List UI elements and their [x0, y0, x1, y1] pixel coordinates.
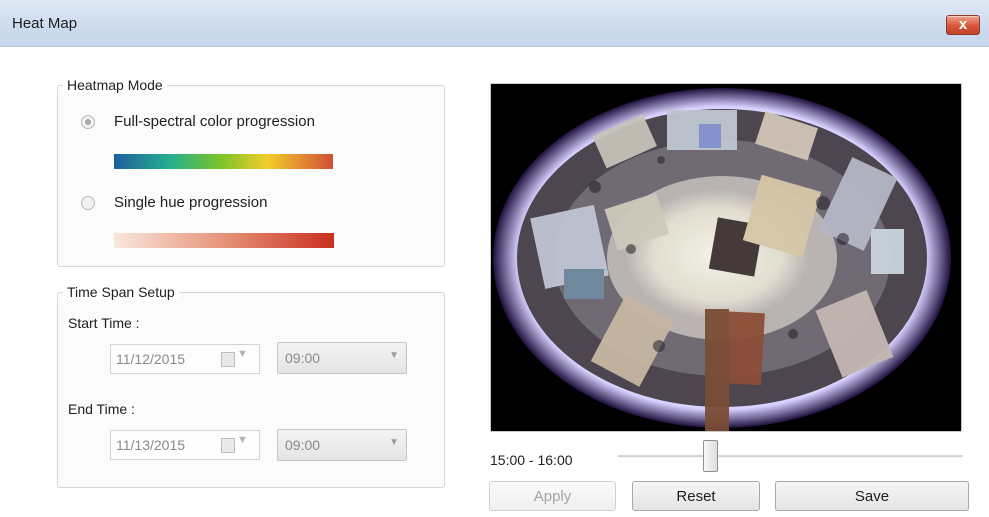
single-hue-gradient [114, 233, 334, 248]
time-span-title: Time Span Setup [63, 284, 179, 300]
timeline-slider-track[interactable] [618, 455, 963, 458]
full-spectral-gradient [114, 154, 333, 169]
start-time-value: 09:00 [285, 350, 321, 366]
chevron-down-icon[interactable]: ▼ [237, 434, 248, 446]
single-hue-radio[interactable] [81, 196, 95, 210]
close-button[interactable]: x [946, 15, 980, 35]
end-date-input[interactable]: 11/13/2015 ▼ [110, 430, 260, 460]
chevron-down-icon: ▼ [389, 350, 399, 361]
start-date-input[interactable]: 11/12/2015 ▼ [110, 344, 260, 374]
close-icon: x [958, 16, 968, 33]
end-date-value: 11/13/2015 [116, 437, 186, 453]
end-time-label: End Time : [68, 401, 135, 417]
time-range-label: 15:00 - 16:00 [490, 452, 573, 468]
start-time-label: Start Time : [68, 315, 140, 331]
start-time-dropdown[interactable]: 09:00 ▼ [277, 342, 407, 374]
title-bar: Heat Map x [0, 0, 989, 47]
save-button[interactable]: Save [775, 481, 969, 511]
heatmap-preview [490, 83, 962, 432]
calendar-icon[interactable] [221, 438, 235, 453]
chevron-down-icon: ▼ [389, 437, 399, 448]
single-hue-label: Single hue progression [114, 194, 268, 211]
end-time-value: 09:00 [285, 437, 321, 453]
timeline-slider-thumb[interactable] [703, 440, 718, 472]
reset-button[interactable]: Reset [632, 481, 760, 511]
end-time-dropdown[interactable]: 09:00 ▼ [277, 429, 407, 461]
calendar-icon[interactable] [221, 352, 235, 367]
window-title: Heat Map [12, 15, 78, 32]
full-spectral-radio[interactable] [81, 115, 95, 129]
fisheye-camera-view-image [491, 84, 961, 431]
full-spectral-label: Full-spectral color progression [114, 113, 315, 130]
start-date-value: 11/12/2015 [116, 351, 186, 367]
apply-button[interactable]: Apply [489, 481, 616, 511]
chevron-down-icon[interactable]: ▼ [237, 348, 248, 360]
heatmap-mode-title: Heatmap Mode [63, 77, 167, 93]
